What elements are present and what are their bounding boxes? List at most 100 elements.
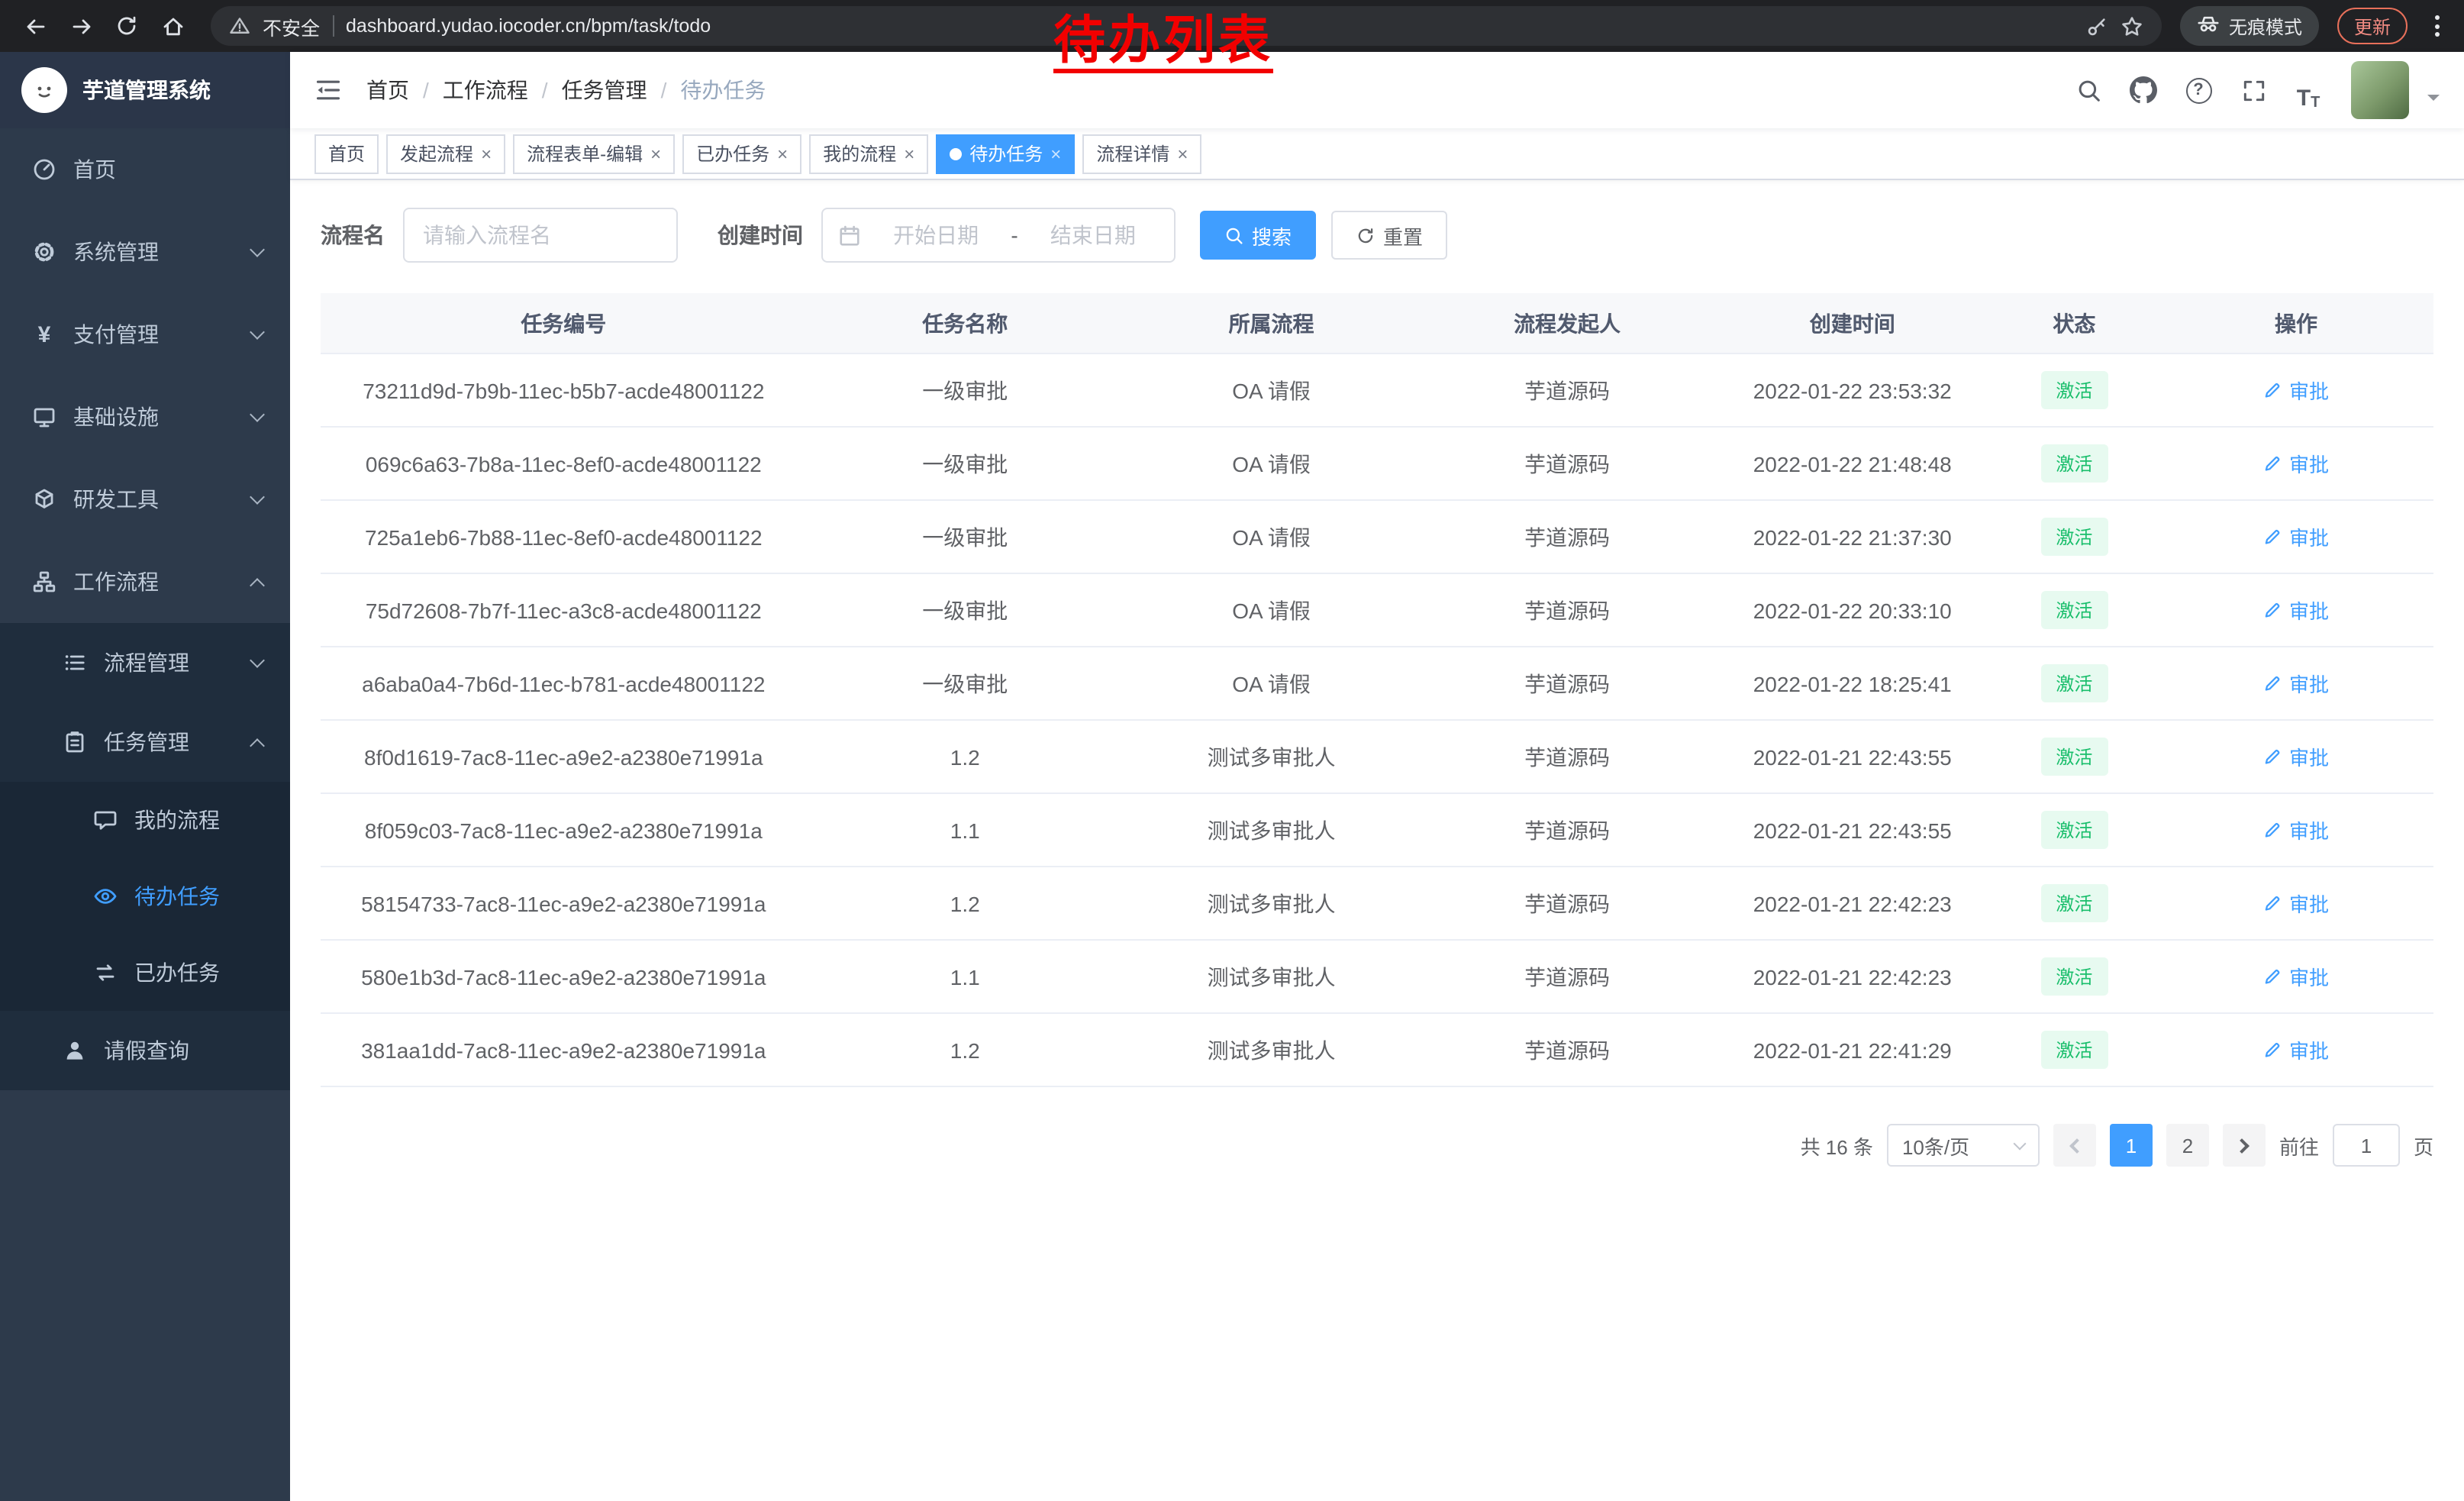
help-icon[interactable]: ? bbox=[2177, 69, 2220, 111]
approve-link[interactable]: 审批 bbox=[2263, 815, 2329, 844]
process-name-input[interactable] bbox=[403, 208, 678, 263]
close-icon[interactable]: × bbox=[904, 144, 914, 163]
chevron-down-icon bbox=[250, 242, 265, 257]
cell-process: OA 请假 bbox=[1124, 595, 1420, 625]
app-logo[interactable]: 芋道管理系统 bbox=[0, 52, 290, 128]
cell-action: 审批 bbox=[2159, 962, 2433, 991]
sidebar-item-infrastructure[interactable]: 基础设施 bbox=[0, 376, 290, 458]
cell-action: 审批 bbox=[2159, 522, 2433, 551]
browser-menu-icon[interactable] bbox=[2426, 15, 2449, 37]
table-row: 580e1b3d-7ac8-11ec-a9e2-a2380e71991a 1.1… bbox=[321, 941, 2433, 1014]
status-badge: 激活 bbox=[2040, 738, 2108, 776]
cell-task-id: 73211d9d-7b9b-11ec-b5b7-acde48001122 bbox=[321, 378, 807, 402]
cell-created: 2022-01-22 21:48:48 bbox=[1715, 451, 1990, 476]
approve-link[interactable]: 审批 bbox=[2263, 889, 2329, 918]
sidebar-item-devtools[interactable]: 研发工具 bbox=[0, 458, 290, 541]
cell-status: 激活 bbox=[1990, 591, 2159, 629]
tab-start-process[interactable]: 发起流程× bbox=[386, 134, 505, 173]
approve-link[interactable]: 审批 bbox=[2263, 1035, 2329, 1064]
approve-link[interactable]: 审批 bbox=[2263, 449, 2329, 478]
cell-task-name: 1.2 bbox=[807, 1038, 1124, 1062]
fullscreen-icon[interactable] bbox=[2232, 69, 2275, 111]
forward-icon[interactable] bbox=[61, 6, 101, 46]
col-task-name: 任务名称 bbox=[807, 308, 1124, 338]
sidebar-item-label: 基础设施 bbox=[73, 402, 237, 432]
approve-link[interactable]: 审批 bbox=[2263, 522, 2329, 551]
sidebar-item-payment[interactable]: ¥ 支付管理 bbox=[0, 293, 290, 376]
cell-status: 激活 bbox=[1990, 738, 2159, 776]
sidebar-item-home[interactable]: 首页 bbox=[0, 128, 290, 211]
sidebar-item-workflow[interactable]: 工作流程 bbox=[0, 541, 290, 623]
key-icon[interactable] bbox=[2085, 15, 2108, 37]
approve-link[interactable]: 审批 bbox=[2263, 669, 2329, 698]
update-button[interactable]: 更新 bbox=[2337, 8, 2408, 44]
chevron-up-icon bbox=[250, 738, 265, 753]
table-row: 8f059c03-7ac8-11ec-a9e2-a2380e71991a 1.1… bbox=[321, 794, 2433, 867]
approve-link[interactable]: 审批 bbox=[2263, 962, 2329, 991]
prev-page-button[interactable] bbox=[2053, 1124, 2096, 1167]
table-row: 381aa1dd-7ac8-11ec-a9e2-a2380e71991a 1.2… bbox=[321, 1014, 2433, 1087]
breadcrumb-home[interactable]: 首页 bbox=[366, 75, 409, 105]
avatar[interactable] bbox=[2351, 61, 2409, 119]
table-row: 73211d9d-7b9b-11ec-b5b7-acde48001122 一级审… bbox=[321, 354, 2433, 428]
close-icon[interactable]: × bbox=[481, 144, 492, 163]
sidebar-item-process-management[interactable]: 流程管理 bbox=[0, 623, 290, 702]
clipboard-icon bbox=[61, 730, 89, 754]
cell-status: 激活 bbox=[1990, 1031, 2159, 1069]
home-icon[interactable] bbox=[153, 6, 192, 46]
approve-link[interactable]: 审批 bbox=[2263, 742, 2329, 771]
sidebar-item-leave-query[interactable]: 请假查询 bbox=[0, 1011, 290, 1090]
next-page-button[interactable] bbox=[2223, 1124, 2266, 1167]
cell-process: OA 请假 bbox=[1124, 448, 1420, 479]
close-icon[interactable]: × bbox=[1050, 144, 1061, 163]
close-icon[interactable]: × bbox=[1177, 144, 1188, 163]
breadcrumb-task-management[interactable]: 任务管理 bbox=[562, 75, 647, 105]
warning-icon bbox=[229, 15, 250, 37]
breadcrumb-current: 待办任务 bbox=[680, 75, 766, 105]
sidebar-item-todo-tasks[interactable]: 待办任务 bbox=[0, 858, 290, 934]
breadcrumb-workflow[interactable]: 工作流程 bbox=[443, 75, 528, 105]
refresh-icon[interactable] bbox=[107, 6, 147, 46]
github-icon[interactable] bbox=[2122, 69, 2165, 111]
close-icon[interactable]: × bbox=[650, 144, 661, 163]
avatar-caret-icon[interactable] bbox=[2427, 95, 2440, 107]
incognito-badge: 无痕模式 bbox=[2180, 6, 2319, 46]
tab-home[interactable]: 首页 bbox=[314, 134, 379, 173]
cell-process: OA 请假 bbox=[1124, 668, 1420, 699]
chevron-right-icon bbox=[2234, 1138, 2250, 1153]
approve-link[interactable]: 审批 bbox=[2263, 376, 2329, 405]
cell-task-name: 一级审批 bbox=[807, 668, 1124, 699]
tab-my-processes[interactable]: 我的流程× bbox=[809, 134, 928, 173]
cell-starter: 芋道源码 bbox=[1419, 668, 1715, 699]
cell-task-id: 75d72608-7b7f-11ec-a3c8-acde48001122 bbox=[321, 598, 807, 622]
cell-starter: 芋道源码 bbox=[1419, 961, 1715, 992]
search-button[interactable]: 搜索 bbox=[1200, 211, 1316, 260]
back-icon[interactable] bbox=[15, 6, 55, 46]
tab-process-form-edit[interactable]: 流程表单-编辑× bbox=[513, 134, 675, 173]
approve-link[interactable]: 审批 bbox=[2263, 596, 2329, 625]
sidebar-item-my-processes[interactable]: 我的流程 bbox=[0, 782, 290, 858]
status-badge: 激活 bbox=[2040, 371, 2108, 409]
goto-page-input[interactable] bbox=[2333, 1124, 2400, 1167]
sidebar-item-done-tasks[interactable]: 已办任务 bbox=[0, 934, 290, 1011]
breadcrumb-separator: / bbox=[423, 78, 429, 102]
font-size-icon[interactable]: TT bbox=[2287, 69, 2330, 111]
sidebar-item-system[interactable]: 系统管理 bbox=[0, 211, 290, 293]
sidebar-item-task-management[interactable]: 任务管理 bbox=[0, 702, 290, 782]
star-icon[interactable] bbox=[2121, 15, 2143, 37]
tab-todo-tasks[interactable]: 待办任务× bbox=[936, 134, 1075, 173]
reset-button[interactable]: 重置 bbox=[1331, 211, 1447, 260]
navbar-tools: ? TT bbox=[2067, 61, 2440, 119]
breadcrumb-separator: / bbox=[542, 78, 548, 102]
pagination: 共 16 条 10条/页 1 2 前往 页 bbox=[321, 1124, 2433, 1167]
close-icon[interactable]: × bbox=[777, 144, 788, 163]
page-size-select[interactable]: 10条/页 bbox=[1887, 1124, 2040, 1167]
tab-done-tasks[interactable]: 已办任务× bbox=[682, 134, 801, 173]
collapse-sidebar-icon[interactable] bbox=[314, 76, 342, 104]
date-range-picker[interactable]: 开始日期 - 结束日期 bbox=[821, 208, 1176, 263]
table-row: 75d72608-7b7f-11ec-a3c8-acde48001122 一级审… bbox=[321, 574, 2433, 647]
page-button-2[interactable]: 2 bbox=[2166, 1124, 2209, 1167]
search-icon[interactable] bbox=[2067, 69, 2110, 111]
page-button-1[interactable]: 1 bbox=[2110, 1124, 2153, 1167]
tab-process-detail[interactable]: 流程详情× bbox=[1082, 134, 1201, 173]
